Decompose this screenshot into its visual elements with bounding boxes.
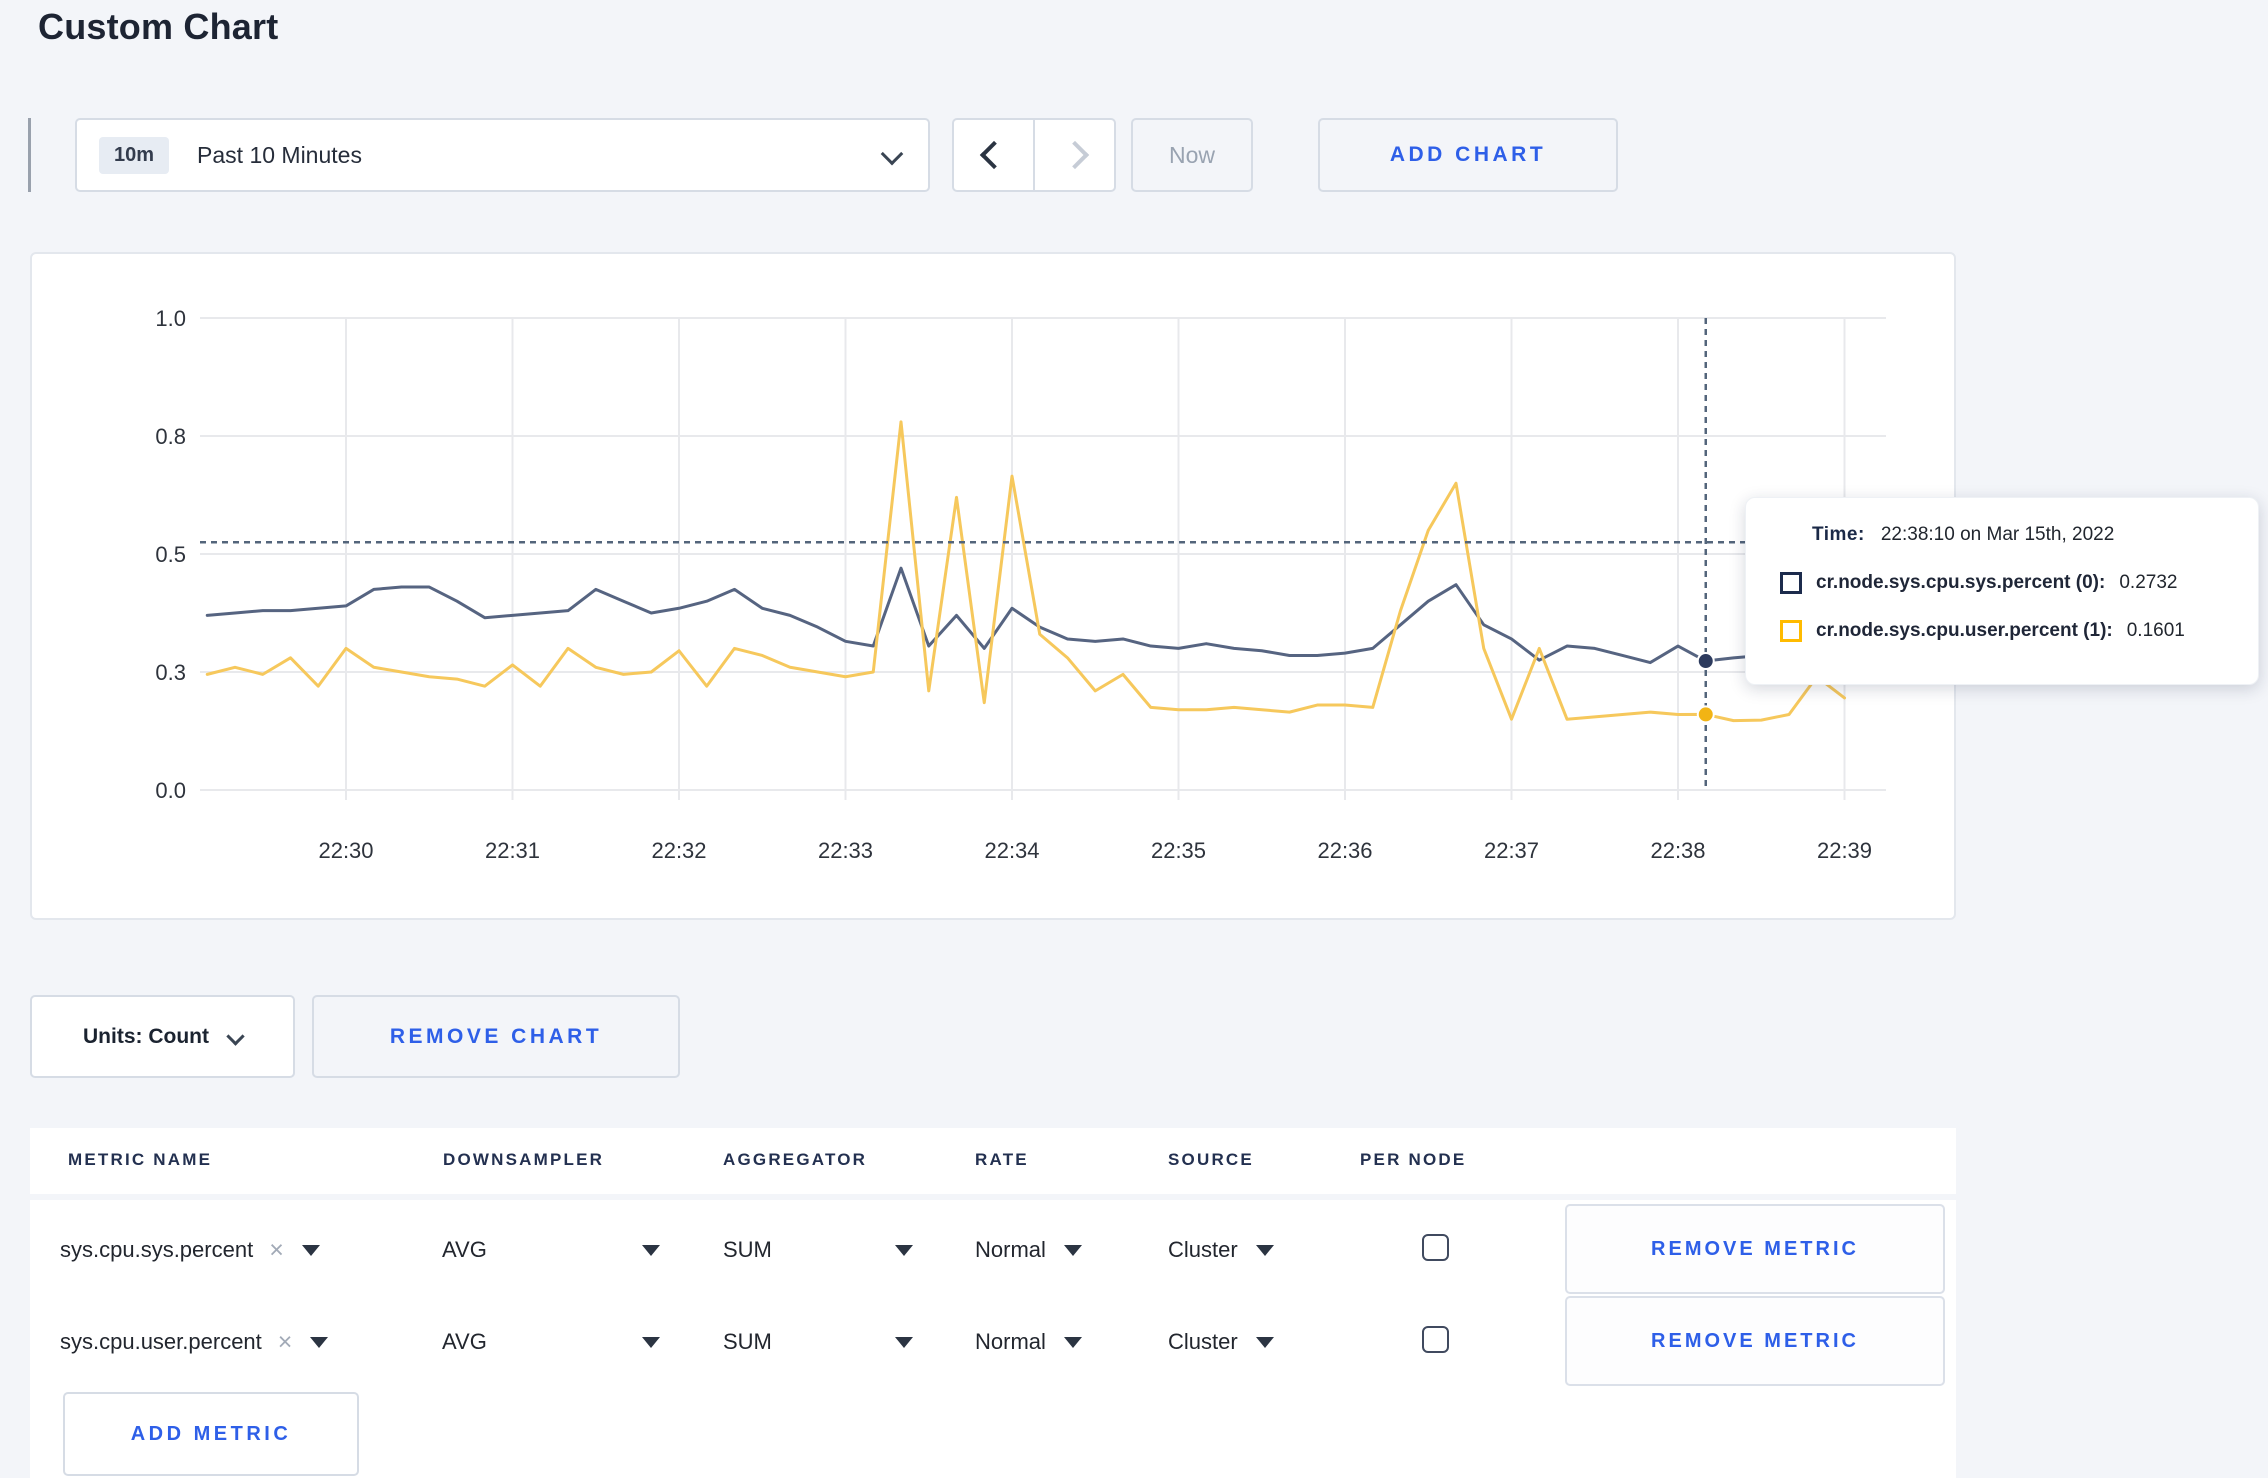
time-range-label: Past 10 Minutes	[197, 141, 362, 168]
caret-down-icon	[642, 1244, 660, 1256]
next-range-button[interactable]	[1035, 120, 1114, 190]
aggregator-value: SUM	[723, 1329, 772, 1354]
aggregator-value: SUM	[723, 1237, 772, 1262]
time-range-badge: 10m	[99, 136, 170, 174]
chevron-down-icon	[880, 142, 904, 166]
remove-metric-button[interactable]: REMOVE METRIC	[1565, 1296, 1945, 1386]
downsampler-select[interactable]: AVG	[442, 1325, 660, 1359]
caret-down-icon	[1063, 1244, 1082, 1256]
rate-select[interactable]: Normal	[975, 1325, 1082, 1359]
prev-range-button[interactable]	[954, 120, 1035, 190]
units-label: Units: Count	[83, 1024, 209, 1048]
column-header-rate: RATE	[975, 1150, 1029, 1169]
tooltip-series-value: 0.1601	[2126, 620, 2185, 641]
add-metric-button[interactable]: ADD METRIC	[63, 1392, 359, 1476]
tooltip-series-name: cr.node.sys.cpu.sys.percent (0):	[1816, 572, 2106, 593]
series-swatch-sys-icon	[1780, 572, 1802, 594]
source-select[interactable]: Cluster	[1168, 1233, 1274, 1267]
page-title: Custom Chart	[38, 6, 279, 47]
chevron-left-icon	[979, 140, 1008, 170]
clear-metric-icon[interactable]: ×	[278, 1329, 293, 1355]
downsampler-value: AVG	[442, 1329, 487, 1354]
rate-select[interactable]: Normal	[975, 1233, 1082, 1267]
metric-name-select[interactable]: sys.cpu.sys.percent ×	[60, 1233, 320, 1267]
rate-value: Normal	[975, 1329, 1046, 1354]
column-header-metric-name: METRIC NAME	[68, 1150, 213, 1169]
metric-name-select[interactable]: sys.cpu.user.percent ×	[60, 1325, 329, 1359]
tooltip-series-value: 0.2732	[2119, 572, 2178, 593]
tooltip-series-row: cr.node.sys.cpu.sys.percent (0): 0.2732	[1780, 572, 2177, 594]
source-value: Cluster	[1168, 1329, 1238, 1354]
chart-tooltip: Time: 22:38:10 on Mar 15th, 2022 cr.node.…	[1745, 497, 2259, 685]
per-node-checkbox[interactable]	[1422, 1326, 1449, 1353]
time-pager	[952, 118, 1116, 192]
series-swatch-user-icon	[1780, 620, 1802, 642]
aggregator-select[interactable]: SUM	[723, 1325, 913, 1359]
tooltip-time-label: Time:	[1812, 524, 1865, 545]
caret-down-icon	[895, 1244, 913, 1256]
remove-metric-button[interactable]: REMOVE METRIC	[1565, 1204, 1945, 1294]
now-button[interactable]: Now	[1131, 118, 1253, 192]
units-select[interactable]: Units: Count	[30, 995, 295, 1078]
metric-name: sys.cpu.sys.percent	[60, 1237, 254, 1262]
source-value: Cluster	[1168, 1237, 1238, 1262]
custom-chart-page: Custom Chart 10m Past 10 Minutes Now ADD…	[0, 0, 2268, 1478]
downsampler-value: AVG	[442, 1237, 487, 1262]
clear-metric-icon[interactable]: ×	[269, 1237, 284, 1263]
aggregator-select[interactable]: SUM	[723, 1233, 913, 1267]
rate-value: Normal	[975, 1237, 1046, 1262]
per-node-checkbox[interactable]	[1422, 1234, 1449, 1261]
column-header-downsampler: DOWNSAMPLER	[443, 1150, 605, 1169]
column-header-source: SOURCE	[1168, 1150, 1254, 1169]
metric-name: sys.cpu.user.percent	[60, 1329, 262, 1354]
caret-down-icon	[642, 1336, 660, 1348]
tooltip-time: Time: 22:38:10 on Mar 15th, 2022	[1812, 524, 2114, 546]
chevron-right-icon	[1060, 140, 1089, 170]
source-select[interactable]: Cluster	[1168, 1325, 1274, 1359]
caret-down-icon	[1255, 1244, 1274, 1256]
caret-down-icon	[301, 1244, 320, 1256]
remove-chart-button[interactable]: REMOVE CHART	[312, 995, 680, 1078]
tooltip-series-name: cr.node.sys.cpu.user.percent (1):	[1816, 620, 2113, 641]
chart-card[interactable]	[30, 252, 1956, 920]
toolbar-divider	[28, 118, 31, 192]
column-header-per-node: PER NODE	[1360, 1150, 1467, 1169]
add-chart-button[interactable]: ADD CHART	[1318, 118, 1618, 192]
caret-down-icon	[1063, 1336, 1082, 1348]
caret-down-icon	[310, 1336, 329, 1348]
tooltip-series-row: cr.node.sys.cpu.user.percent (1): 0.1601	[1780, 620, 2185, 642]
caret-down-icon	[1255, 1336, 1274, 1348]
time-range-select[interactable]: 10m Past 10 Minutes	[75, 118, 930, 192]
chevron-down-icon	[226, 1027, 245, 1046]
downsampler-select[interactable]: AVG	[442, 1233, 660, 1267]
column-header-aggregator: AGGREGATOR	[723, 1150, 868, 1169]
caret-down-icon	[895, 1336, 913, 1348]
tooltip-time-value: 22:38:10 on Mar 15th, 2022	[1880, 524, 2115, 545]
